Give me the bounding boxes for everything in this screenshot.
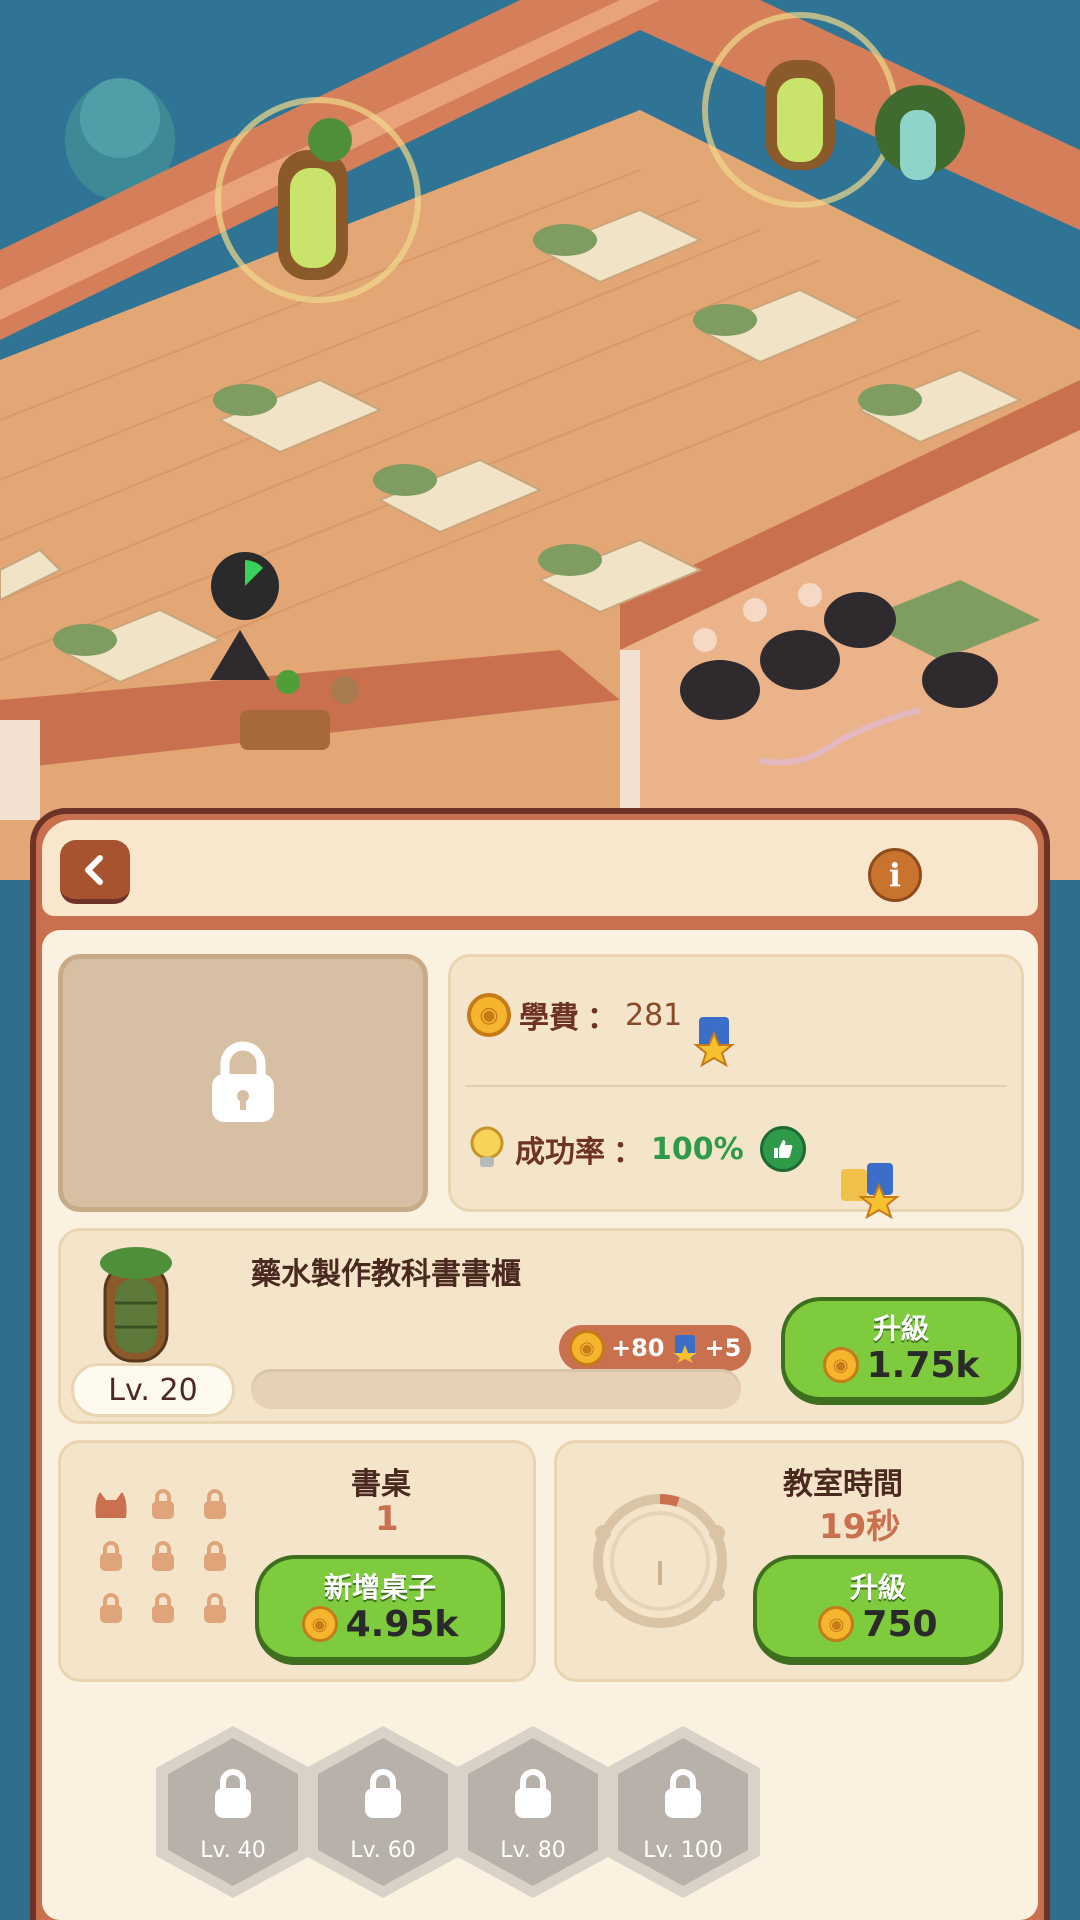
coin-icon: ◉	[818, 1606, 855, 1642]
level-unlock-slot[interactable]: Lv. 80	[450, 1722, 616, 1902]
lock-icon	[215, 1769, 251, 1818]
thumbs-up-icon	[759, 1126, 806, 1172]
tuition-row: ◉ 學費 ： 281	[467, 993, 682, 1037]
success-value: 100%	[651, 1131, 744, 1167]
desks-card: 書桌 1 新增桌子 ◉ 4.95k	[58, 1440, 536, 1682]
locked-preview-slot[interactable]	[58, 954, 428, 1212]
back-button[interactable]	[60, 840, 130, 904]
chevron-left-icon	[85, 854, 103, 885]
bookshelf-icon	[100, 1247, 172, 1363]
level-progress-bar	[251, 1369, 741, 1409]
desks-count: 1	[375, 1499, 399, 1539]
classroom-illustration	[0, 0, 1080, 880]
upgrade-button[interactable]: 升級 ◉ 1.75k	[781, 1297, 1021, 1405]
classroom-scene[interactable]	[0, 0, 1080, 880]
add-desk-button-cost: ◉ 4.95k	[301, 1603, 459, 1645]
info-button[interactable]: i	[868, 848, 922, 902]
classroom-time-card: 教室時間 19秒 升級 ◉ 750	[554, 1440, 1024, 1682]
unlock-level-label: Lv. 40	[200, 1838, 266, 1863]
coin-icon: ◉	[467, 993, 511, 1037]
bookshelf-upgrade-card: Lv. 20 藥水製作教科書書櫃 ◉ +80 +5 升級 ◉ 1.75k	[58, 1228, 1024, 1424]
divider	[465, 1085, 1007, 1087]
add-desk-cost-value: 4.95k	[345, 1603, 459, 1645]
level-unlock-slot[interactable]: Lv. 60	[300, 1722, 466, 1902]
stats-card: ◉ 學費 ： 281 成功率 ： 100%	[448, 954, 1024, 1220]
lightbulb-icon	[470, 1126, 504, 1167]
tuition-value: 281	[625, 997, 683, 1033]
unlock-level-label: Lv. 100	[643, 1838, 723, 1863]
panel-content: ◉ 學費 ： 281 成功率 ： 100% Lv. 20 藥水製作教科書書櫃 ◉…	[42, 930, 1038, 1920]
time-upgrade-button-cost: ◉ 750	[818, 1603, 938, 1645]
add-desk-button-label: 新增桌子	[323, 1570, 436, 1604]
classroom-panel: i ◉ 學費 ： 281 成功率 ： 100% Lv. 20 藥水製作教科書書櫃…	[30, 808, 1050, 1920]
lock-icon	[665, 1769, 701, 1818]
lock-icon	[85, 1535, 137, 1577]
classroom-time-title: 教室時間	[783, 1467, 903, 1502]
unlock-level-label: Lv. 60	[350, 1838, 416, 1863]
level-badge: Lv. 20	[71, 1363, 235, 1417]
level-unlock-slot[interactable]: Lv. 40	[150, 1722, 316, 1902]
cat-desk-icon	[85, 1483, 137, 1525]
lock-icon	[137, 1587, 189, 1629]
tuition-label: 學費	[519, 1001, 579, 1036]
panel-title	[342, 842, 742, 900]
lock-icon	[189, 1587, 241, 1629]
desks-title: 書桌	[351, 1467, 411, 1502]
level-unlock-slot[interactable]: Lv. 100	[600, 1722, 766, 1902]
lock-icon	[137, 1483, 189, 1525]
coin-icon: ◉	[301, 1606, 338, 1642]
classroom-time-value: 19秒	[819, 1507, 901, 1547]
success-row: 成功率 ： 100%	[467, 1125, 806, 1173]
desk-slots-grid	[85, 1483, 241, 1629]
reward-stars: +5	[704, 1334, 742, 1362]
coin-icon: ◉	[569, 1330, 605, 1366]
add-desk-button[interactable]: 新增桌子 ◉ 4.95k	[255, 1555, 505, 1665]
clock-icon	[593, 1494, 727, 1628]
lock-icon	[515, 1769, 551, 1818]
classroom-time-upgrade-button[interactable]: 升級 ◉ 750	[753, 1555, 1003, 1665]
success-label: 成功率	[515, 1135, 605, 1170]
lock-icon	[85, 1587, 137, 1629]
panel-header: i	[42, 820, 1038, 916]
unlock-level-label: Lv. 80	[500, 1838, 566, 1863]
upgrade-button-cost: ◉ 1.75k	[822, 1344, 980, 1386]
upgrade-reward-pill: ◉ +80 +5	[559, 1325, 752, 1371]
coin-icon: ◉	[822, 1347, 859, 1383]
star-card-icon	[693, 1017, 735, 1068]
reward-coins: +80	[611, 1334, 665, 1362]
lock-icon	[189, 1483, 241, 1525]
time-upgrade-cost-value: 750	[862, 1603, 938, 1645]
star-card-icon	[672, 1335, 697, 1363]
time-upgrade-button-label: 升級	[849, 1570, 906, 1604]
upgrade-cost-value: 1.75k	[866, 1344, 980, 1386]
star-cards-icon	[841, 1163, 900, 1220]
lock-icon	[365, 1769, 401, 1818]
lock-icon	[212, 1041, 274, 1122]
lock-icon	[137, 1535, 189, 1577]
lock-icon	[189, 1535, 241, 1577]
upgrade-button-label: 升級	[872, 1311, 929, 1345]
item-name: 藥水製作教科書書櫃	[251, 1257, 521, 1292]
